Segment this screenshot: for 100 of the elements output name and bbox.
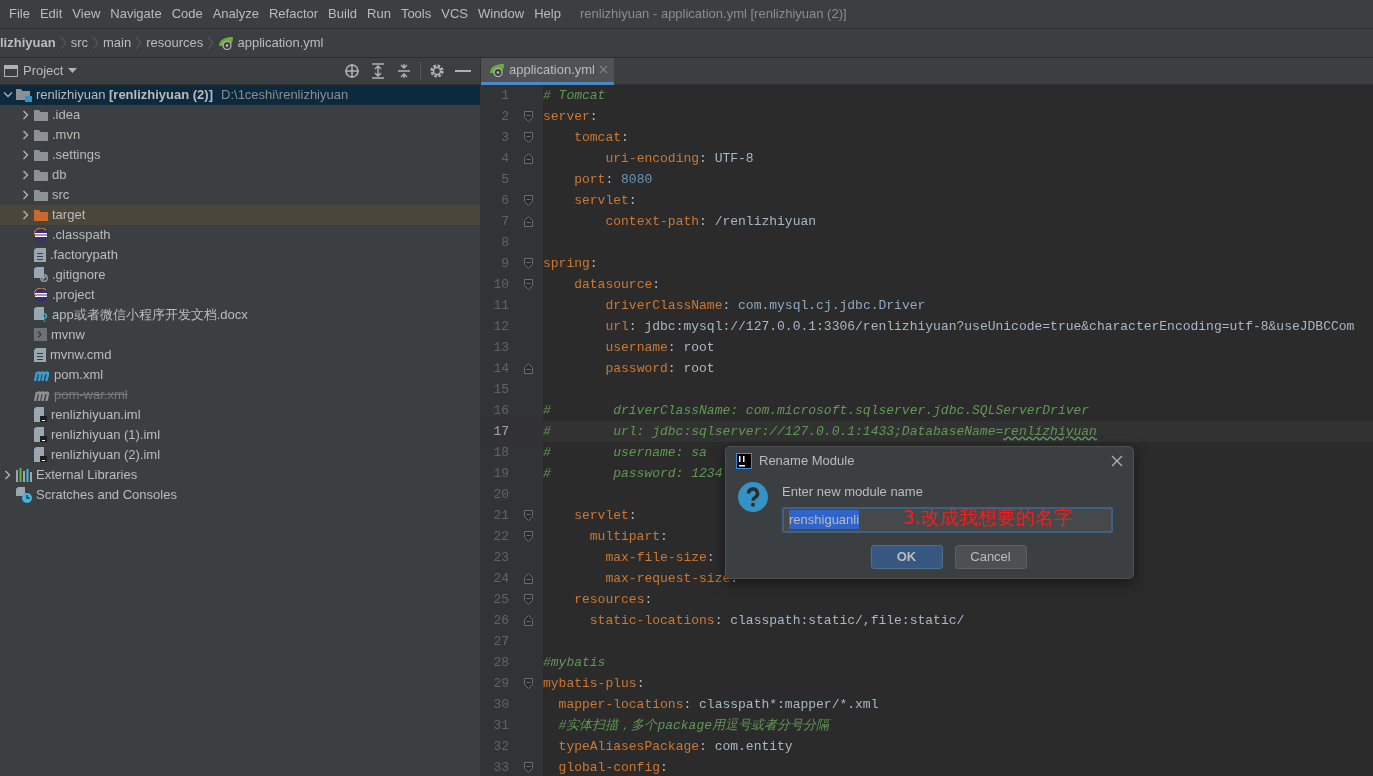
breadcrumb-item[interactable]: application.yml (218, 33, 324, 53)
ok-button[interactable]: OK (870, 544, 943, 569)
menu-item[interactable]: Run (362, 4, 396, 24)
chevron-right-icon[interactable] (22, 209, 30, 220)
fold-icon[interactable] (524, 593, 533, 605)
fold-icon[interactable] (524, 131, 533, 143)
menu-item[interactable]: Build (323, 4, 362, 24)
breadcrumb-item[interactable]: main (102, 33, 132, 53)
fold-icon[interactable] (524, 278, 533, 290)
chevron-down-icon[interactable] (3, 90, 13, 99)
chevron-right-icon[interactable] (22, 109, 30, 120)
menu-item[interactable]: Refactor (263, 4, 324, 24)
menu-item[interactable]: Tools (395, 4, 437, 24)
close-icon[interactable] (599, 65, 608, 75)
tree-item[interactable]: renlizhiyuan (1).iml (0, 424, 480, 445)
tree-item[interactable]: pom.xml (0, 364, 480, 385)
code-line: port: 8080 (574, 170, 653, 189)
fold-icon[interactable] (524, 362, 533, 374)
menu-item[interactable]: Window (472, 4, 530, 24)
menu-item[interactable]: Analyze (207, 4, 264, 24)
chevron-right-icon[interactable] (22, 169, 30, 180)
breadcrumb-separator-icon (91, 35, 99, 50)
tree-item[interactable]: .idea (0, 104, 480, 125)
fold-icon[interactable] (524, 215, 533, 227)
library-icon (16, 467, 32, 482)
fold-icon[interactable] (524, 257, 533, 269)
editor-tab[interactable]: application.yml (481, 57, 614, 85)
chevron-right-icon[interactable] (22, 189, 30, 200)
project-view-dropdown[interactable]: Project (4, 61, 78, 81)
module-folder-icon (16, 87, 32, 102)
menu-item[interactable]: Edit (34, 4, 68, 24)
chevron-right-icon[interactable] (22, 149, 30, 160)
breadcrumb-separator-icon (59, 35, 67, 50)
dialog-title: Rename Module (759, 451, 856, 470)
eclipse-icon (34, 227, 48, 242)
fold-icon[interactable] (524, 530, 533, 542)
menu-item[interactable]: Help (529, 4, 566, 24)
code-line: # driverClassName: com.microsoft.sqlserver.jdbc.SQLServerDriver (543, 401, 1090, 420)
menu-item[interactable]: View (67, 4, 106, 24)
tree-item[interactable]: .classpath (0, 224, 480, 245)
tree-item[interactable]: .gitignore (0, 264, 480, 285)
settings-icon[interactable] (429, 62, 445, 79)
expand-all-icon[interactable] (371, 62, 385, 79)
tree-item[interactable]: target (0, 204, 480, 225)
tree-item[interactable]: .project (0, 284, 480, 305)
chevron-right-icon[interactable] (4, 469, 12, 480)
close-icon[interactable] (1111, 454, 1123, 467)
annotation-text: 3.改成我想要的名字 (903, 505, 1074, 530)
tree-item[interactable]: renlizhiyuan (2).iml (0, 444, 480, 465)
collapse-all-icon[interactable] (397, 62, 411, 79)
file-icon (34, 347, 46, 362)
maven-icon (34, 388, 50, 401)
fold-icon[interactable] (524, 677, 533, 689)
crosshair-icon[interactable] (344, 62, 360, 79)
fold-icon[interactable] (524, 509, 533, 521)
menu-item[interactable]: VCS (436, 4, 473, 24)
tree-item[interactable]: mvnw.cmd (0, 344, 480, 365)
code-line: # password: 1234 (543, 464, 723, 483)
menu-item[interactable]: Navigate (105, 4, 167, 24)
code-line: global-config: (558, 758, 668, 776)
cancel-button[interactable]: Cancel (954, 544, 1027, 569)
question-icon (738, 482, 768, 512)
caret-down-icon (68, 68, 78, 74)
breadcrumb-item[interactable]: src (70, 33, 88, 53)
tree-item[interactable]: renlizhiyuan.iml (0, 404, 480, 425)
prompt-label: Enter new module name (782, 483, 924, 501)
folder-icon (34, 108, 48, 121)
folder-icon (34, 148, 48, 161)
tree-item[interactable]: src (0, 184, 480, 205)
fold-icon[interactable] (524, 761, 533, 773)
tree-item[interactable]: .factorypath (0, 244, 480, 265)
tree-item[interactable]: .settings (0, 144, 480, 165)
tree-item[interactable]: mvnw (0, 324, 480, 345)
menu-item[interactable]: File (4, 4, 35, 24)
code-line: resources: (574, 590, 653, 609)
tree-item[interactable]: app或者微信小程序开发文档.docx (0, 304, 480, 325)
code-line: mybatis-plus: (543, 674, 645, 693)
fold-icon[interactable] (524, 614, 533, 626)
code-line: servlet: (574, 506, 637, 525)
fold-icon[interactable] (524, 194, 533, 206)
tree-item[interactable]: External Libraries (0, 464, 480, 485)
breadcrumb-item[interactable]: resources (146, 33, 204, 53)
code-line: # Tomcat (543, 86, 606, 105)
tree-item[interactable]: renlizhiyuan [renlizhiyuan (2)] D:\1ceshi\renlizhiyuan (0, 84, 480, 105)
module-file-icon (34, 447, 47, 463)
menu-item[interactable]: Code (166, 4, 208, 24)
code-line: #mybatis (543, 653, 606, 672)
code-line: spring: (543, 254, 598, 273)
code-line: password: root (605, 359, 715, 378)
tree-item[interactable]: Scratches and Consoles (0, 484, 480, 505)
breadcrumb-item[interactable]: lizhiyuan (0, 33, 56, 53)
module-file-icon (34, 427, 47, 443)
tree-item[interactable]: .mvn (0, 124, 480, 145)
tree-item[interactable]: db (0, 164, 480, 185)
fold-icon[interactable] (524, 572, 533, 584)
folder-icon (34, 208, 48, 221)
fold-icon[interactable] (524, 152, 533, 164)
chevron-right-icon[interactable] (22, 129, 30, 140)
fold-icon[interactable] (524, 110, 533, 122)
breadcrumb-separator-icon (207, 35, 215, 50)
